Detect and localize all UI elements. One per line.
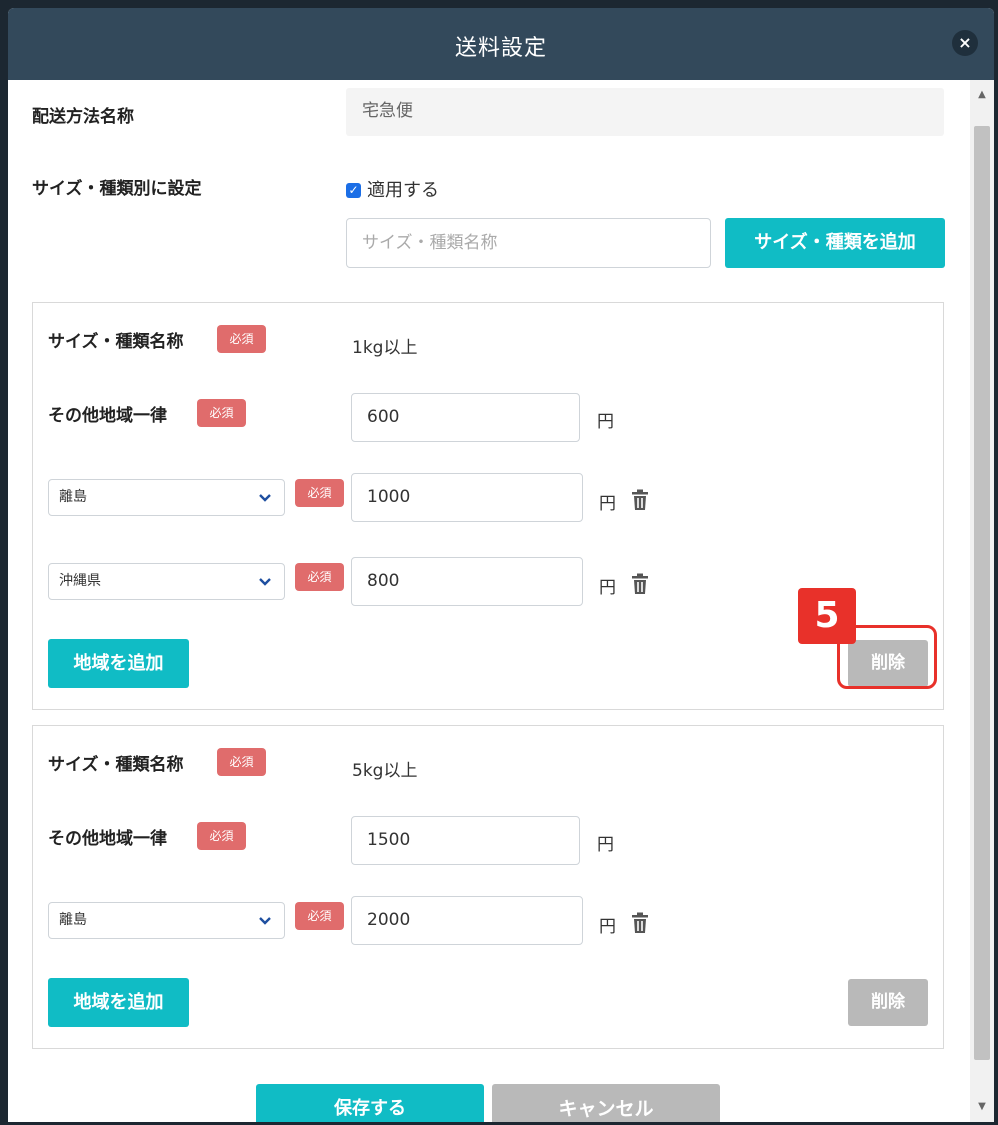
size-setting-label: サイズ・種類別に設定 <box>32 179 202 199</box>
add-size-button[interactable]: サイズ・種類を追加 <box>725 218 945 268</box>
required-badge: 必須 <box>217 325 266 353</box>
shipping-method-field: 宅急便 <box>346 88 944 136</box>
chevron-down-icon <box>259 578 271 586</box>
required-badge: 必須 <box>217 748 266 776</box>
apply-checkbox[interactable]: ✓ 適用する <box>346 176 439 202</box>
save-button[interactable]: 保存する <box>256 1084 484 1122</box>
modal-title: 送料設定 <box>454 36 547 61</box>
required-badge: 必須 <box>295 479 344 507</box>
scrollbar-thumb[interactable] <box>974 126 990 1060</box>
shipping-method-label: 配送方法名称 <box>32 107 134 127</box>
region-price-input[interactable]: 2000 <box>351 896 583 945</box>
size-card: サイズ・種類名称 必須 5kg以上 その他地域一律 必須 1500 円 離島 必… <box>32 725 944 1049</box>
region-select-value: 離島 <box>59 912 87 928</box>
chevron-down-icon <box>259 494 271 502</box>
required-badge: 必須 <box>295 902 344 930</box>
region-price-input[interactable]: 1000 <box>351 473 583 522</box>
close-icon[interactable]: × <box>952 30 978 56</box>
region-select-value: 沖縄県 <box>59 573 101 589</box>
yen-label: 円 <box>599 494 616 514</box>
cancel-button[interactable]: キャンセル <box>492 1084 720 1122</box>
required-badge: 必須 <box>197 822 246 850</box>
delete-size-button[interactable]: 削除 <box>848 979 928 1026</box>
region-select[interactable]: 沖縄県 <box>48 563 285 600</box>
other-region-price-input[interactable]: 1500 <box>351 816 580 865</box>
yen-label: 円 <box>597 412 614 432</box>
size-name-value: 5kg以上 <box>352 761 418 781</box>
checkbox-check-icon[interactable]: ✓ <box>346 183 361 198</box>
trash-icon[interactable] <box>630 912 650 934</box>
other-region-price-input[interactable]: 600 <box>351 393 580 442</box>
scroll-down-arrow-icon[interactable]: ▼ <box>970 1096 994 1118</box>
size-name-input[interactable]: サイズ・種類名称 <box>346 218 711 268</box>
required-badge: 必須 <box>197 399 246 427</box>
other-region-label: その他地域一律 <box>48 406 167 426</box>
yen-label: 円 <box>599 578 616 598</box>
required-badge: 必須 <box>295 563 344 591</box>
size-card: サイズ・種類名称 必須 1kg以上 その他地域一律 必須 600 円 離島 必須… <box>32 302 944 710</box>
apply-checkbox-label: 適用する <box>367 180 439 201</box>
region-select-value: 離島 <box>59 489 87 505</box>
size-name-value: 1kg以上 <box>352 338 418 358</box>
scrollbar[interactable]: ▲ ▼ <box>970 80 994 1122</box>
size-name-label: サイズ・種類名称 <box>48 332 184 352</box>
trash-icon[interactable] <box>630 489 650 511</box>
yen-label: 円 <box>599 917 616 937</box>
add-region-button[interactable]: 地域を追加 <box>48 978 189 1027</box>
modal-header: 送料設定 × <box>8 8 994 80</box>
trash-icon[interactable] <box>630 573 650 595</box>
size-name-label: サイズ・種類名称 <box>48 755 184 775</box>
chevron-down-icon <box>259 917 271 925</box>
shipping-settings-modal: 送料設定 × 配送方法名称 宅急便 サイズ・種類別に設定 ✓ 適用する サイズ・種… <box>8 8 994 1122</box>
region-select[interactable]: 離島 <box>48 902 285 939</box>
yen-label: 円 <box>597 835 614 855</box>
region-price-input[interactable]: 800 <box>351 557 583 606</box>
callout-number: 5 <box>798 588 856 644</box>
scroll-up-arrow-icon[interactable]: ▲ <box>970 84 994 106</box>
region-select[interactable]: 離島 <box>48 479 285 516</box>
add-region-button[interactable]: 地域を追加 <box>48 639 189 688</box>
other-region-label: その他地域一律 <box>48 829 167 849</box>
